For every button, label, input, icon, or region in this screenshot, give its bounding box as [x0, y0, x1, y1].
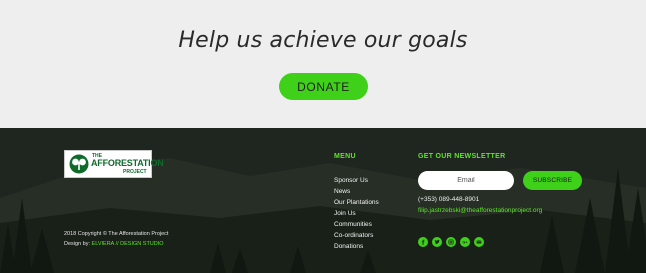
logo-text-project: PROJECT	[123, 169, 147, 175]
design-credit: Design by: ELVIERA // DESIGN STUDIO	[64, 241, 164, 247]
newsletter-email-input[interactable]	[418, 171, 514, 190]
page: Help us achieve our goals DONATE THE AFF…	[0, 0, 646, 273]
logo-text-afforestation: AFFORESTATION	[91, 158, 164, 168]
tree-logo-icon	[69, 154, 89, 174]
email-icon[interactable]	[474, 237, 484, 247]
menu-heading: MENU	[334, 153, 356, 160]
menu-item-our-plantations[interactable]: Our Plantations	[334, 197, 379, 208]
afforestation-logo[interactable]: THE AFFORESTATION PROJECT	[64, 150, 164, 178]
menu-item-news[interactable]: News	[334, 186, 379, 197]
copyright-text: 2018 Copyright © The Afforestation Proje…	[64, 231, 169, 237]
google-plus-icon[interactable]: G+	[460, 237, 470, 247]
contact-email-link[interactable]: filip.jastrzebski@theafforestationprojec…	[418, 207, 542, 214]
menu-item-donations[interactable]: Donations	[334, 241, 379, 252]
menu-item-communities[interactable]: Communities	[334, 219, 379, 230]
subscribe-button[interactable]: SUBSCRIBE	[523, 171, 582, 190]
contact-phone: (+353) 089-448-8901	[418, 196, 480, 203]
menu-item-co-ordinators[interactable]: Co-ordinators	[334, 230, 379, 241]
social-links: G+	[418, 237, 484, 247]
donate-button[interactable]: DONATE	[279, 73, 368, 100]
instagram-icon[interactable]	[446, 237, 456, 247]
newsletter-heading: GET OUR NEWSLETTER	[418, 153, 506, 160]
site-footer: THE AFFORESTATION PROJECT 2018 Copyright…	[0, 128, 646, 273]
twitter-icon[interactable]	[432, 237, 442, 247]
call-to-action-section: Help us achieve our goals DONATE	[0, 0, 646, 128]
menu-item-join-us[interactable]: Join Us	[334, 208, 379, 219]
footer-menu: Sponsor Us News Our Plantations Join Us …	[334, 175, 379, 252]
svg-text:G+: G+	[463, 240, 468, 244]
design-studio-link[interactable]: ELVIERA // DESIGN STUDIO	[92, 241, 164, 247]
design-credit-prefix: Design by:	[64, 241, 90, 247]
cta-heading: Help us achieve our goals	[178, 28, 468, 53]
menu-item-sponsor-us[interactable]: Sponsor Us	[334, 175, 379, 186]
facebook-icon[interactable]	[418, 237, 428, 247]
